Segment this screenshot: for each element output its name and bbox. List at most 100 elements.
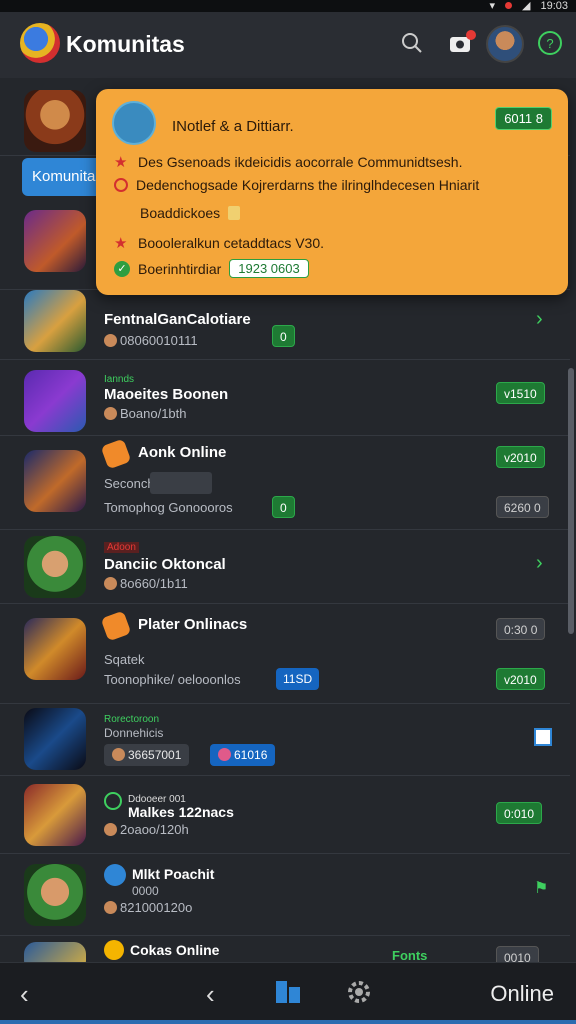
user-avatar-icon: [104, 334, 117, 347]
popup-line-text: Dedenchogsade Kojrerdarns the ilringlhde…: [136, 177, 480, 193]
list-item[interactable]: Ddooeer 001 Malkes 122nacs 2oaoo/120h 0:…: [0, 776, 570, 854]
checkbox-icon[interactable]: [534, 728, 552, 746]
item-tag: Iannds: [104, 374, 135, 385]
count-badge: 0: [272, 325, 295, 347]
user-chip[interactable]: 61016: [210, 744, 276, 766]
item-sub-text: 08060010111: [120, 333, 198, 348]
status-badge: v2010: [496, 446, 545, 468]
notification-popup[interactable]: INotlef & a Dittiarr. 6011 8 ★ Des Gseno…: [96, 89, 568, 295]
popup-icon: [112, 101, 156, 145]
pages-icon[interactable]: [276, 981, 300, 1003]
game-thumbnail: [24, 290, 86, 352]
game-thumbnail: [24, 450, 86, 512]
status-badge: 0:010: [496, 802, 543, 824]
star-icon: ★: [114, 235, 128, 252]
back-icon[interactable]: ‹: [20, 979, 29, 1010]
check-icon: ✓: [114, 260, 130, 277]
tab-komunitas[interactable]: Komunitas: [22, 158, 102, 196]
text-field[interactable]: [150, 472, 212, 494]
item-sub: 08060010111: [104, 333, 198, 348]
game-thumbnail: [24, 90, 86, 152]
status-badge: 0010: [496, 946, 539, 962]
flag-icon[interactable]: ⚑: [534, 878, 548, 898]
app-header: Komunitas ?: [0, 12, 576, 78]
list-item[interactable]: Iannds Maoeites Boonen Boano/1bth v1510: [0, 360, 570, 436]
item-sub: Toonophike/ oelooonlos: [104, 672, 241, 687]
item-title: Maoeites Boonen: [104, 386, 229, 403]
help-icon[interactable]: ?: [536, 29, 564, 57]
gear-icon[interactable]: [346, 979, 372, 1005]
status-bar: ▾ ◢ 19:03: [0, 0, 576, 12]
chip-text: 36657001: [128, 748, 182, 762]
popup-title: INotlef & a Dittiarr.: [172, 118, 294, 135]
emoji-icon: [104, 940, 124, 960]
popup-line: ✓ Boerinhtirdiar 1923 0603: [114, 259, 309, 278]
svg-text:?: ?: [546, 36, 553, 51]
item-sub: Seconch: [104, 476, 155, 491]
list-item[interactable]: Cokas Online Fonts 0010: [0, 936, 570, 962]
item-sub: 8o660/1b11: [104, 576, 188, 591]
app-logo: [20, 23, 60, 63]
item-title: Plater Onlinacs: [138, 616, 248, 633]
item-tag: Adoon: [104, 542, 139, 553]
item-title: Malkes 122nacs: [128, 804, 234, 820]
game-thumbnail: [24, 708, 86, 770]
status-badge: v2010: [496, 668, 545, 690]
chevron-left-icon[interactable]: ‹: [206, 979, 215, 1010]
check-circle-icon: [104, 792, 122, 810]
item-tag: Rorectoroon: [104, 714, 160, 725]
avatar: [104, 864, 126, 886]
item-sub: Boano/1bth: [104, 406, 187, 421]
signal-icon: ◢: [522, 0, 531, 12]
user-chip[interactable]: 36657001: [104, 744, 190, 766]
item-sub: 2oaoo/120h: [104, 822, 189, 837]
popup-line-text: Boerinhtirdiar: [138, 260, 222, 277]
chip-text: 61016: [234, 748, 268, 762]
scrollbar[interactable]: [568, 368, 574, 634]
item-sub: Sqatek: [104, 652, 145, 667]
fire-icon: [100, 438, 132, 470]
item-sub: Tomophog Gonoooros: [104, 500, 233, 515]
online-status[interactable]: Online: [490, 981, 554, 1007]
item-sub: 0000: [132, 884, 159, 898]
item-title: Danciic Oktoncal: [104, 556, 226, 573]
notification-badge: [466, 30, 476, 40]
notification-dot: [505, 2, 512, 9]
wifi-icon: ▾: [489, 0, 495, 12]
popup-line: Boaddickoes: [140, 205, 241, 221]
count-badge: 0: [272, 496, 295, 518]
popup-line: ★ Boooleralkun cetaddtacs V30.: [114, 234, 324, 252]
user-avatar-icon: [218, 748, 231, 761]
item-sub-text: Boano/1bth: [120, 406, 187, 421]
popup-line-text: Boaddickoes: [140, 205, 221, 221]
search-icon[interactable]: [398, 29, 426, 57]
game-thumbnail: [24, 618, 86, 680]
chevron-right-icon[interactable]: ›: [536, 552, 543, 575]
list-item[interactable]: Plater Onlinacs Sqatek Toonophike/ oeloo…: [0, 604, 570, 704]
item-extra: Fonts: [392, 948, 428, 962]
item-title: Donnehicis: [104, 726, 164, 740]
list-item[interactable]: Adoon Danciic Oktoncal 8o660/1b11 ›: [0, 530, 570, 604]
popup-line: ★ Des Gsenoads ikdeicidis aocorrale Comm…: [114, 153, 462, 171]
item-title: FentnalGanCalotiare: [104, 311, 251, 328]
user-avatar-icon: [104, 823, 117, 836]
popup-value: 1923 0603: [229, 259, 309, 278]
list-item[interactable]: Aonk Online Seconch Tomophog Gonoooros 0…: [0, 436, 570, 530]
avatar[interactable]: [486, 25, 524, 63]
popup-badge: 6011 8: [495, 107, 552, 130]
circle-icon: [114, 178, 128, 192]
user-avatar-icon: [104, 901, 117, 914]
popup-line-text: Boooleralkun cetaddtacs V30.: [138, 235, 325, 251]
chevron-right-icon[interactable]: ›: [536, 308, 543, 331]
status-badge: 6260 0: [496, 496, 549, 518]
item-sub-text: 8o660/1b11: [120, 576, 188, 591]
list-item[interactable]: FentnalGanCalotiare 08060010111 0 ›: [0, 290, 570, 360]
list-item[interactable]: Rorectoroon Donnehicis 36657001 61016: [0, 704, 570, 776]
popup-line-text: Des Gsenoads ikdeicidis aocorrale Commun…: [138, 154, 463, 170]
user-avatar-icon: [104, 407, 117, 420]
status-badge: 0:30 0: [496, 618, 546, 640]
list-item[interactable]: Mlkt Poachit 0000 821000120o ⚑: [0, 854, 570, 936]
game-thumbnail: [24, 942, 86, 962]
game-thumbnail: [24, 784, 86, 846]
bottom-accent-bar: [0, 1020, 576, 1024]
